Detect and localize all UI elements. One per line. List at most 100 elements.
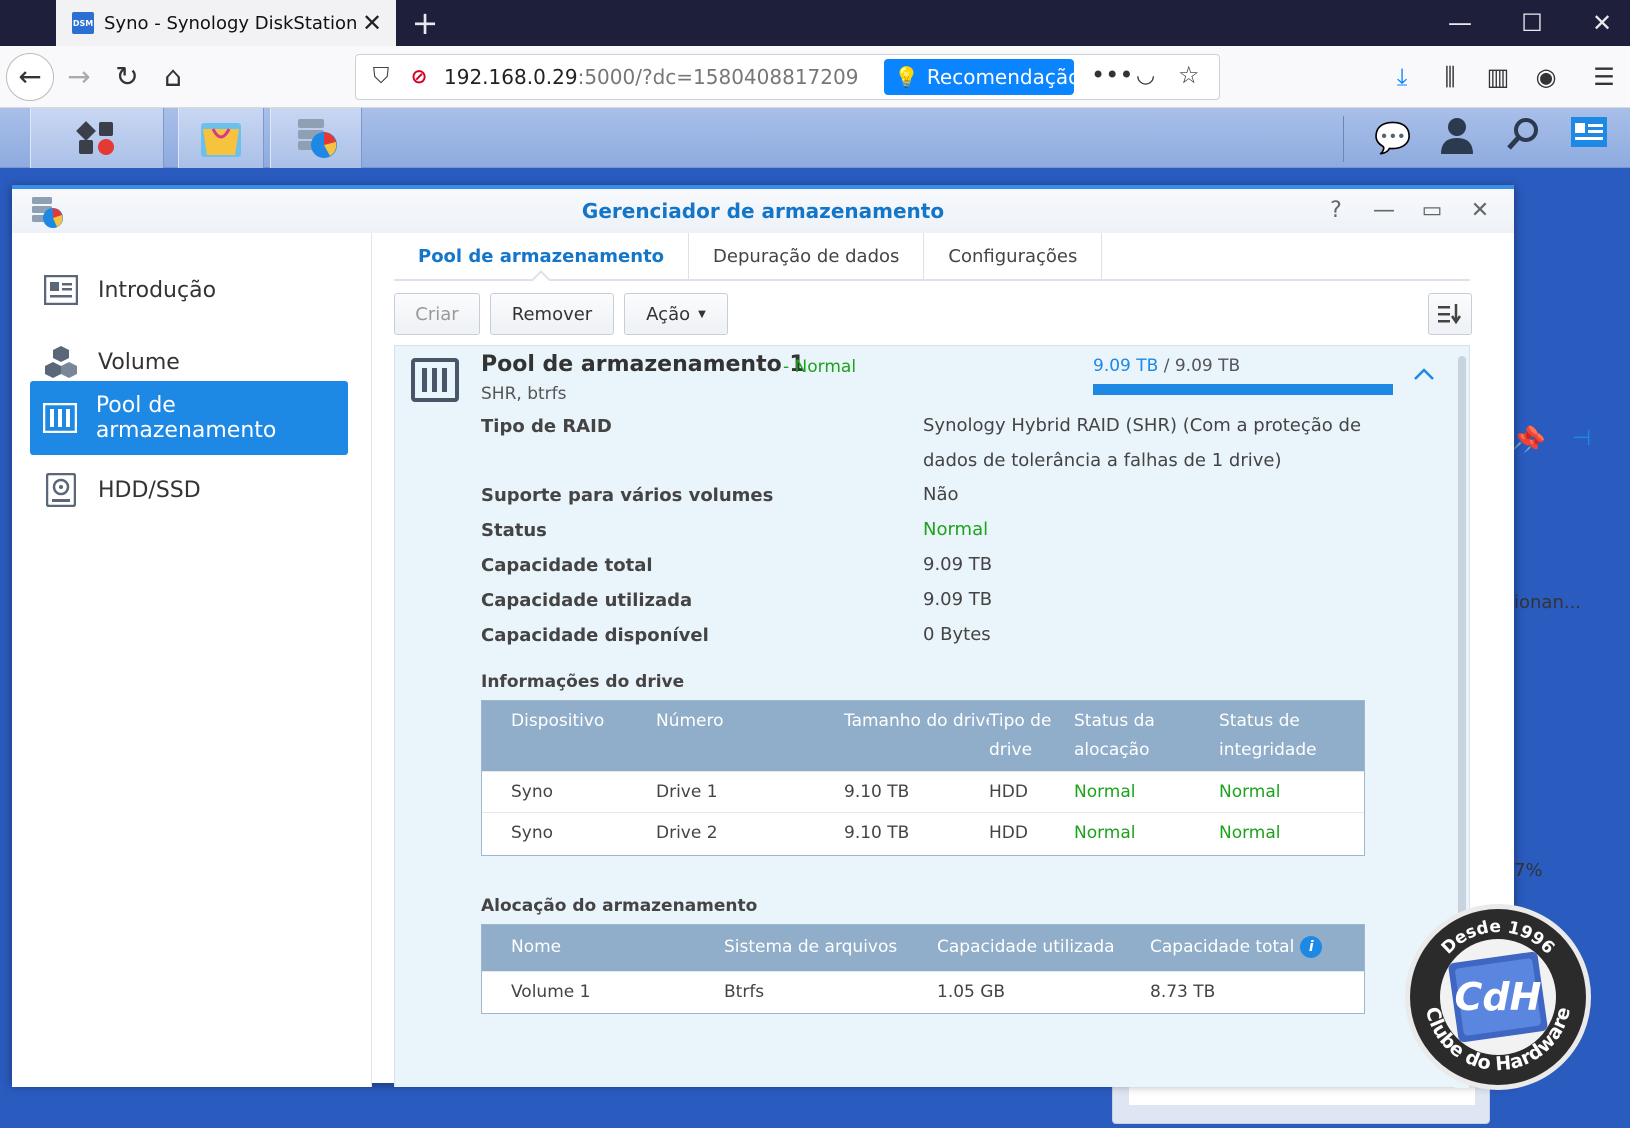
scrollbar-thumb[interactable]: [1458, 356, 1466, 916]
back-icon[interactable]: ←: [6, 53, 54, 101]
recommend-button[interactable]: 💡 Recomendação: [884, 59, 1080, 95]
url-text[interactable]: 192.168.0.29:5000/?dc=1580408817209: [444, 65, 858, 89]
table-row[interactable]: Syno Drive 1 9.10 TB HDD Normal Normal: [482, 771, 1364, 812]
url-bar[interactable]: ⛉ ⊘ 192.168.0.29:5000/?dc=1580408817209 …: [355, 54, 1220, 100]
detail-label: Capacidade disponível: [481, 625, 709, 646]
widget-toggle-icon[interactable]: ⊣: [1572, 426, 1591, 451]
sidebar-icon[interactable]: ▥: [1478, 56, 1518, 98]
svg-text:CdH: CdH: [1455, 975, 1542, 1019]
tab-settings[interactable]: Configurações: [924, 233, 1103, 279]
table-row[interactable]: Syno Drive 2 9.10 TB HDD Normal Normal: [482, 812, 1364, 853]
browser-minimize-icon[interactable]: —: [1432, 4, 1488, 42]
remove-button[interactable]: Remover: [490, 293, 614, 335]
more-icon[interactable]: •••: [1091, 61, 1133, 89]
widget-text: 7%: [1514, 860, 1543, 881]
column-header[interactable]: Status da alocação: [1074, 707, 1194, 765]
star-icon[interactable]: ☆: [1178, 61, 1200, 89]
sidebar-item-label: Volume: [98, 349, 180, 375]
browser-tab[interactable]: DSM Syno - Synology DiskStation ✕: [56, 0, 396, 46]
shield-icon[interactable]: ⛉: [368, 64, 394, 90]
tab-bar: Pool de armazenamento Depuração de dados…: [394, 233, 1470, 281]
notification-chat-icon[interactable]: 💬: [1370, 116, 1416, 162]
search-icon[interactable]: [1500, 116, 1546, 162]
info-icon[interactable]: i: [1300, 936, 1323, 958]
create-button[interactable]: Criar: [394, 293, 480, 335]
table-header: Nome Sistema de arquivos Capacidade util…: [482, 925, 1364, 971]
table-row[interactable]: Volume 1 Btrfs 1.05 GB 8.73 TB: [482, 971, 1364, 1013]
close-icon[interactable]: ✕: [1462, 195, 1498, 227]
storage-manager-window: Gerenciador de armazenamento ? — ▭ ✕ Int…: [12, 185, 1514, 1088]
sidebar-item-label: HDD/SSD: [98, 477, 201, 503]
chevron-up-icon[interactable]: [1413, 362, 1435, 387]
sidebar-item-label: Pool de armazenamento: [95, 393, 277, 443]
detail-label: Suporte para vários volumes: [481, 485, 774, 506]
status-badge: Normal: [1219, 823, 1281, 843]
pool-name: Pool de armazenamento 1: [481, 352, 805, 377]
sort-button[interactable]: [1428, 293, 1472, 335]
detail-value: Synology Hybrid RAID (SHR) (Com a proteç…: [923, 415, 1362, 471]
widget-text: ionan...: [1514, 592, 1582, 613]
library-icon[interactable]: ⫼: [1430, 56, 1470, 98]
storage-manager-task-button[interactable]: [270, 108, 362, 168]
column-header[interactable]: Status de integridade: [1219, 707, 1339, 765]
storage-pool-panel[interactable]: Pool de armazenamento 1 - Normal SHR, bt…: [394, 345, 1470, 1088]
user-icon[interactable]: [1434, 116, 1480, 162]
insecure-lock-icon[interactable]: ⊘: [406, 64, 432, 90]
home-icon[interactable]: ⌂: [152, 56, 194, 98]
download-icon[interactable]: ⤓: [1382, 56, 1422, 98]
menu-icon[interactable]: ☰: [1584, 56, 1624, 98]
pocket-icon[interactable]: ◡: [1136, 63, 1155, 88]
pool-usage-bar-fill: [1093, 384, 1393, 395]
column-header[interactable]: Dispositivo: [511, 707, 604, 736]
minimize-icon[interactable]: —: [1366, 195, 1402, 227]
package-center-button[interactable]: [178, 108, 264, 168]
hdd-icon: [42, 471, 80, 509]
main-menu-button[interactable]: [30, 108, 164, 168]
storage-manager-icon: [298, 119, 337, 158]
column-header[interactable]: Tamanho do drive: [844, 707, 989, 736]
detail-value: Não: [923, 484, 959, 505]
new-tab-button[interactable]: +: [408, 4, 442, 42]
column-header[interactable]: Tipo de drive: [989, 707, 1069, 765]
allocation-title: Alocação do armazenamento: [481, 896, 758, 916]
browser-maximize-icon[interactable]: ☐: [1504, 4, 1560, 42]
help-icon[interactable]: ?: [1318, 195, 1354, 227]
reload-icon[interactable]: ↻: [106, 56, 148, 98]
taskbar-separator: [1343, 116, 1344, 162]
sidebar-item-overview[interactable]: Introdução: [30, 253, 348, 327]
dsm-favicon-icon: DSM: [72, 12, 94, 34]
column-header[interactable]: Capacidade total i: [1150, 933, 1323, 962]
detail-label: Capacidade utilizada: [481, 590, 693, 611]
detail-value: 9.09 TB: [923, 589, 993, 610]
action-button[interactable]: Ação ▼: [624, 293, 728, 335]
tab-close-icon[interactable]: ✕: [358, 9, 386, 37]
column-header[interactable]: Nome: [511, 933, 561, 962]
browser-close-icon[interactable]: ✕: [1574, 4, 1630, 42]
tab-data-scrubbing[interactable]: Depuração de dados: [689, 233, 925, 279]
volume-icon: [42, 343, 80, 381]
status-badge: Normal: [1219, 782, 1281, 802]
pool-usage-text: 9.09 TB / 9.09 TB: [1093, 356, 1241, 376]
column-header[interactable]: Número: [656, 707, 724, 736]
forward-icon[interactable]: →: [58, 56, 100, 98]
lightbulb-icon: 💡: [894, 65, 919, 89]
table-header: Dispositivo Número Tamanho do drive Tipo…: [482, 701, 1364, 771]
maximize-icon[interactable]: ▭: [1414, 195, 1450, 227]
main-menu-icon: [76, 121, 114, 155]
browser-nav-bar: ← → ↻ ⌂ ⛉ ⊘ 192.168.0.29:5000/?dc=158040…: [0, 46, 1630, 108]
detail-value: 0 Bytes: [923, 624, 991, 645]
window-titlebar[interactable]: Gerenciador de armazenamento ? — ▭ ✕: [12, 189, 1514, 233]
drive-info-table: Dispositivo Número Tamanho do drive Tipo…: [481, 700, 1365, 856]
sidebar-item-hdd-ssd[interactable]: HDD/SSD: [30, 453, 348, 527]
tab-storage-pool[interactable]: Pool de armazenamento: [394, 233, 690, 279]
sidebar-item-storage-pool[interactable]: Pool de armazenamento: [30, 381, 348, 455]
widgets-icon[interactable]: [1566, 116, 1612, 162]
detail-label: Tipo de RAID: [481, 416, 612, 437]
pool-usage-bar: [1093, 384, 1393, 395]
column-header[interactable]: Sistema de arquivos: [724, 933, 897, 962]
detail-value: 9.09 TB: [923, 554, 993, 575]
widget-pin-icon[interactable]: 📌: [1512, 426, 1539, 451]
sort-icon: [1438, 304, 1462, 325]
column-header[interactable]: Capacidade utilizada: [937, 933, 1115, 962]
account-icon[interactable]: ◉: [1526, 56, 1566, 98]
